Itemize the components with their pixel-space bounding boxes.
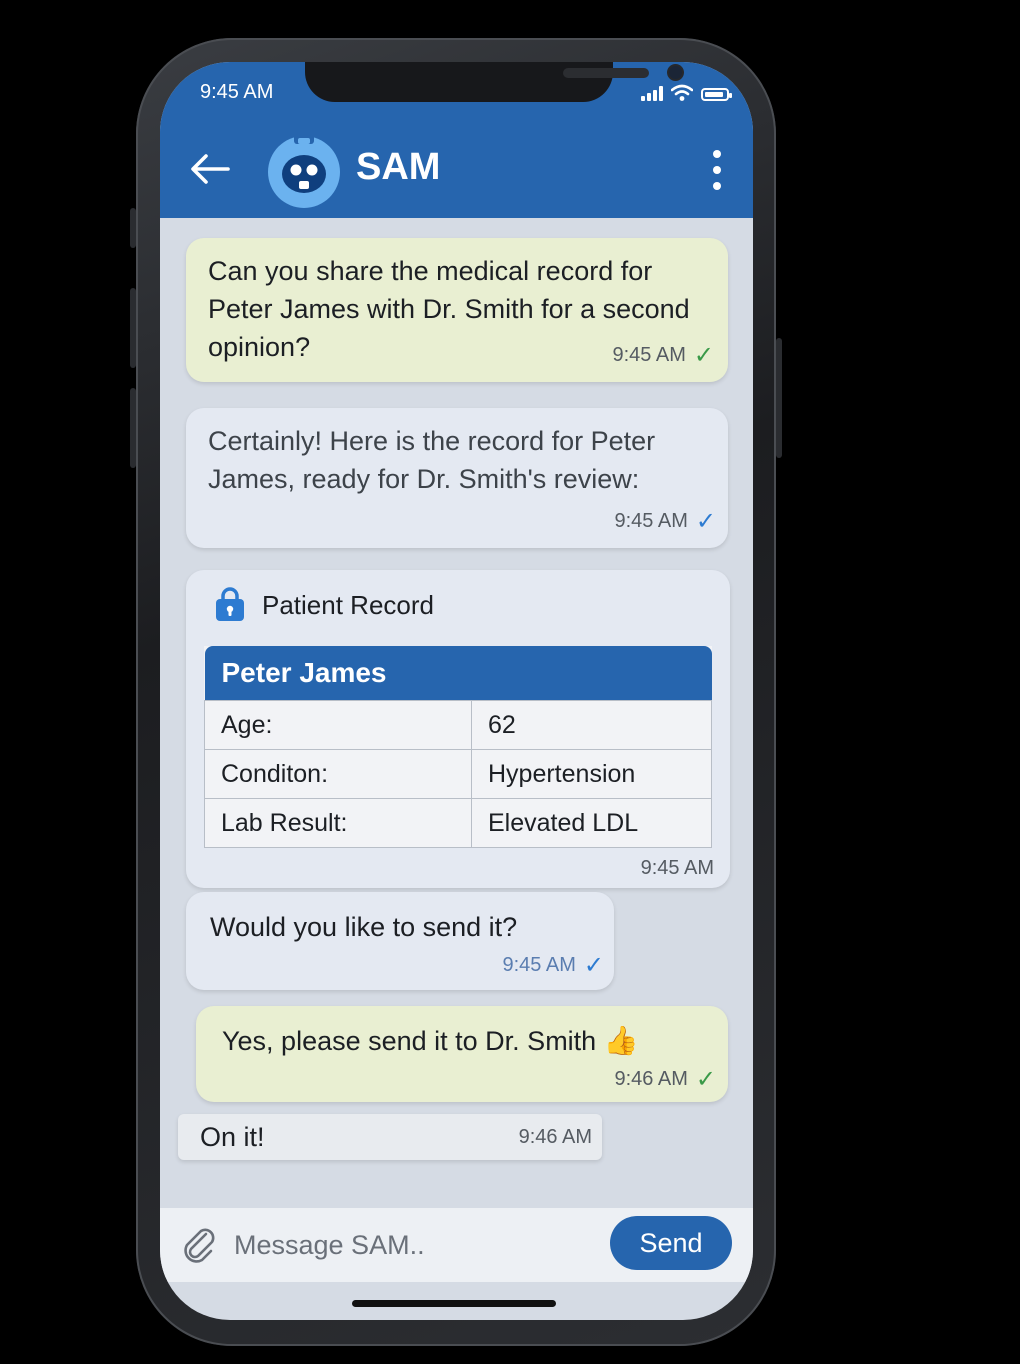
message-text: Would you like to send it?: [210, 912, 518, 942]
home-indicator[interactable]: [352, 1300, 556, 1307]
row-label: Lab Result:: [204, 798, 472, 848]
table-row: Conditon: Hypertension: [204, 749, 712, 799]
robot-icon: [282, 134, 326, 193]
status-icons: [641, 84, 732, 101]
camera: [669, 66, 682, 79]
message-meta: 9:45 AM: [641, 857, 714, 880]
notch: [305, 62, 682, 102]
message-bubble-outgoing[interactable]: Can you share the medical record for Pet…: [186, 238, 728, 382]
avatar[interactable]: [268, 134, 340, 208]
volume-down-button: [130, 388, 136, 468]
stage: 9:45 AM SAM Can you share the medical re…: [0, 0, 1020, 1364]
lock-icon: [216, 587, 244, 621]
check-icon: ✓: [695, 508, 716, 535]
arrow-left-icon[interactable]: [188, 152, 232, 186]
row-label: Age:: [204, 700, 472, 750]
check-icon: ✓: [583, 952, 604, 979]
signal-icon: [641, 85, 663, 101]
screen: 9:45 AM SAM Can you share the medical re…: [160, 62, 753, 1320]
row-value: Elevated LDL: [471, 798, 712, 848]
table-row: Lab Result: Elevated LDL: [204, 798, 712, 848]
mute-switch: [130, 208, 136, 248]
speaker: [563, 68, 649, 78]
message-time: 9:46 AM: [614, 1068, 688, 1090]
check-icon: ✓: [695, 1066, 716, 1093]
message-text: Yes, please send it to Dr. Smith 👍: [222, 1022, 639, 1060]
wifi-icon: [671, 84, 693, 101]
volume-up-button: [130, 288, 136, 368]
message-meta: 9:46 AM: [519, 1126, 592, 1149]
message-time: 9:45 AM: [640, 857, 714, 879]
more-vertical-icon[interactable]: [706, 150, 728, 190]
message-text: On it!: [200, 1122, 265, 1152]
message-time: 9:46 AM: [518, 1126, 592, 1148]
thumbs-up-emoji: 👍: [603, 1025, 639, 1056]
message-bubble-incoming[interactable]: Would you like to send it? 9:45 AM ✓: [186, 892, 614, 990]
message-meta: 9:45 AM ✓: [503, 951, 605, 980]
message-text: Certainly! Here is the record for Peter …: [208, 426, 656, 494]
send-button[interactable]: Send: [610, 1216, 732, 1270]
message-time: 9:45 AM: [614, 510, 688, 532]
record-table: Peter James Age: 62 Conditon: Hypertensi…: [204, 646, 712, 848]
battery-icon: [701, 88, 732, 101]
table-row: Age: 62: [204, 700, 712, 750]
message-text-content: Yes, please send it to Dr. Smith: [222, 1026, 597, 1056]
record-title: Patient Record: [262, 590, 434, 620]
composer: Send: [160, 1208, 753, 1282]
patient-name: Peter James: [204, 646, 712, 701]
chat-area: Can you share the medical record for Pet…: [160, 218, 753, 1208]
power-button: [776, 338, 782, 458]
row-value: 62: [471, 700, 712, 750]
chat-title: SAM: [356, 146, 441, 188]
message-meta: 9:46 AM ✓: [615, 1065, 717, 1094]
message-bubble-incoming[interactable]: On it! 9:46 AM: [178, 1114, 602, 1160]
message-meta: 9:45 AM ✓: [615, 507, 717, 536]
patient-record-card[interactable]: Patient Record Peter James Age: 62 Condi…: [186, 570, 730, 888]
message-time: 9:45 AM: [502, 954, 576, 976]
message-bubble-incoming[interactable]: Certainly! Here is the record for Peter …: [186, 408, 728, 548]
row-value: Hypertension: [471, 749, 712, 799]
status-time: 9:45 AM: [200, 81, 274, 103]
row-label: Conditon:: [204, 749, 472, 799]
message-bubble-outgoing[interactable]: Yes, please send it to Dr. Smith 👍 9:46 …: [196, 1006, 728, 1102]
message-meta: 9:45 AM ✓: [613, 341, 715, 370]
message-time: 9:45 AM: [612, 344, 686, 366]
message-input[interactable]: [232, 1222, 596, 1268]
paperclip-icon[interactable]: [178, 1224, 220, 1266]
check-icon: ✓: [693, 342, 714, 369]
chat-header: 9:45 AM SAM: [160, 62, 753, 218]
